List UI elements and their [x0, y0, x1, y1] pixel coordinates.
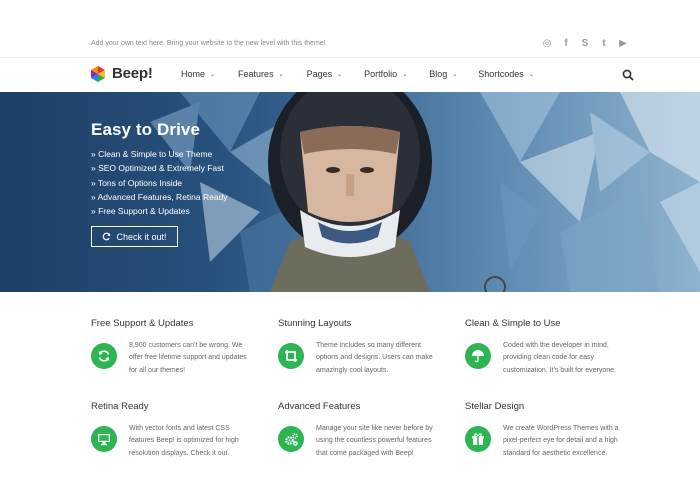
nav-item-label: Shortcodes [478, 69, 524, 79]
nav-item-label: Portfolio [364, 69, 398, 79]
gift-icon [465, 426, 491, 452]
tagline: Add your own text here. Bring your websi… [91, 40, 326, 47]
nav-item-pages[interactable]: Pages ⌄ [307, 69, 343, 79]
crop-icon [278, 343, 304, 369]
feature-text: We create WordPress Themes with a pixel-… [503, 425, 619, 457]
feature-title: Clean & Simple to Use [465, 318, 561, 329]
feature-text: With vector fonts and latest CSS feature… [129, 425, 239, 457]
hero-bullet: » Tons of Options Inside [91, 177, 183, 188]
nav-item-label: Blog [429, 69, 448, 79]
feature-title: Free Support & Updates [91, 318, 194, 329]
hero-banner: Easy to Drive » Clean & Simple to Use Th… [0, 92, 700, 292]
nav-item-blog[interactable]: Blog ⌄ [429, 69, 457, 79]
social-links: ◎ f S t ▶ [542, 38, 628, 50]
nav-item-shortcodes[interactable]: Shortcodes ⌄ [478, 69, 534, 79]
chevron-down-icon: ⌄ [402, 71, 408, 78]
nav-item-features[interactable]: Features ⌄ [238, 69, 284, 79]
search-icon[interactable] [622, 69, 634, 81]
hero-bullet: » Advanced Features, Retina Ready [91, 191, 228, 202]
feature-text: Coded with the developer in mind, provid… [503, 342, 616, 374]
refresh-icon [91, 343, 117, 369]
monitor-icon [91, 426, 117, 452]
feature-free-support: Free Support & Updates 8,900 customers c… [91, 318, 251, 377]
logo[interactable]: Beep! [90, 65, 153, 82]
facebook-icon[interactable]: f [561, 38, 571, 50]
youtube-icon[interactable]: ▶ [618, 38, 628, 50]
dribbble-icon[interactable]: ◎ [542, 38, 552, 50]
chevron-down-icon: ⌄ [278, 71, 284, 78]
feature-title: Stunning Layouts [278, 318, 352, 329]
feature-title: Stellar Design [465, 401, 525, 412]
nav-item-label: Pages [306, 69, 333, 79]
feature-retina-ready: Retina Ready With vector fonts and lates… [91, 401, 251, 460]
gears-icon [278, 426, 304, 452]
check-it-out-button[interactable]: Check it out! [91, 226, 178, 247]
feature-stellar-design: Stellar Design We create WordPress Theme… [465, 401, 625, 460]
hero-bullet: » SEO Optimized & Extremely Fast [91, 163, 224, 174]
feature-text: 8,900 customers can't be wrong. We offer… [129, 342, 247, 374]
hero-bullet-list: » Clean & Simple to Use Theme » SEO Opti… [91, 147, 228, 218]
feature-advanced-features: Advanced Features Manage your site like … [278, 401, 438, 460]
nav-item-label: Home [181, 69, 206, 79]
top-bar: Add your own text here. Bring your websi… [0, 0, 700, 58]
chevron-down-icon: ⌄ [210, 71, 216, 78]
nav-item-portfolio[interactable]: Portfolio ⌄ [364, 69, 407, 79]
feature-stunning-layouts: Stunning Layouts Theme includes so many … [278, 318, 438, 377]
twitter-icon[interactable]: t [599, 38, 609, 50]
brand-name: Beep! [112, 65, 153, 82]
main-navigation: Beep! Home ⌄ Features ⌄ Pages ⌄ Portfolio ⌄ … [0, 58, 700, 92]
refresh-icon [103, 232, 111, 241]
chevron-down-icon: ⌄ [528, 71, 534, 78]
nav-menu: Home ⌄ Features ⌄ Pages ⌄ Portfolio ⌄ Blog ⌄ … [181, 69, 534, 79]
feature-title: Retina Ready [91, 401, 149, 412]
nav-item-label: Features [238, 69, 274, 79]
feature-clean-simple: Clean & Simple to Use Coded with the dev… [465, 318, 625, 377]
umbrella-icon [465, 343, 491, 369]
nav-item-home[interactable]: Home ⌄ [181, 69, 215, 79]
beep-logo-icon [91, 65, 105, 82]
skype-icon[interactable]: S [580, 38, 590, 50]
cta-label: Check it out! [116, 231, 167, 242]
feature-title: Advanced Features [278, 401, 361, 412]
feature-text: Manage your site like never before by us… [316, 425, 433, 457]
hero-title: Easy to Drive [91, 120, 201, 139]
feature-text: Theme includes so many different options… [316, 342, 433, 374]
hero-bullet: » Clean & Simple to Use Theme [91, 149, 213, 159]
hero-bullet: » Free Support & Updates [91, 206, 190, 217]
chevron-down-icon: ⌄ [337, 71, 343, 78]
chevron-down-icon: ⌄ [452, 71, 458, 78]
